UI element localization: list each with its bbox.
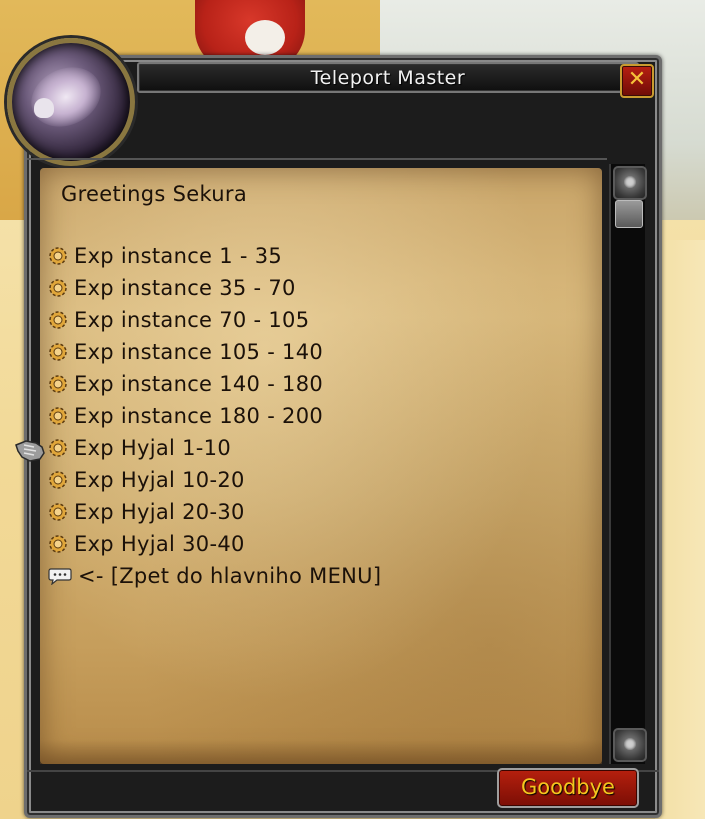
greeting-text: Greetings Sekura: [61, 182, 247, 206]
npc-portrait: [7, 38, 135, 166]
gossip-parchment: Greetings Sekura Exp instance 1 - 35 Exp…: [40, 168, 602, 764]
scroll-down-icon: [624, 738, 636, 750]
gossip-option-label: Exp instance 140 - 180: [74, 372, 324, 396]
gossip-option[interactable]: Exp instance 105 - 140: [48, 336, 381, 368]
gear-icon: [49, 311, 67, 329]
gossip-option[interactable]: Exp instance 70 - 105: [48, 304, 381, 336]
gossip-option[interactable]: Exp Hyjal 1-10: [48, 432, 381, 464]
gear-icon: [49, 279, 67, 297]
gossip-option-label: Exp Hyjal 1-10: [74, 436, 231, 460]
gossip-option-label: Exp instance 70 - 105: [74, 308, 310, 332]
title-divider: [27, 158, 607, 166]
gossip-option[interactable]: Exp Hyjal 20-30: [48, 496, 381, 528]
background-floor-edge: [655, 240, 705, 819]
close-button[interactable]: ✕: [620, 64, 654, 98]
gossip-option[interactable]: Exp instance 140 - 180: [48, 368, 381, 400]
title-bar[interactable]: Teleport Master: [137, 62, 639, 93]
vertical-scrollbar[interactable]: [609, 164, 647, 764]
close-icon: ✕: [627, 67, 647, 92]
window-title: Teleport Master: [310, 67, 466, 89]
gossip-options-list: Exp instance 1 - 35 Exp instance 35 - 70…: [48, 240, 381, 592]
portrait-swirl: [21, 56, 111, 138]
gossip-option[interactable]: Exp instance 35 - 70: [48, 272, 381, 304]
goodbye-button[interactable]: Goodbye: [497, 768, 639, 808]
hand-cursor-icon: [15, 440, 45, 462]
scroll-thumb[interactable]: [615, 200, 643, 228]
gear-icon: [49, 439, 67, 457]
gear-icon: [49, 343, 67, 361]
gear-icon: [49, 375, 67, 393]
portrait-skull: [34, 98, 54, 118]
gear-icon: [49, 503, 67, 521]
gear-icon: [49, 471, 67, 489]
gossip-option-label: Exp instance 180 - 200: [74, 404, 324, 428]
gear-icon: [49, 407, 67, 425]
gossip-option[interactable]: Exp Hyjal 30-40: [48, 528, 381, 560]
gear-icon: [49, 247, 67, 265]
background-character-detail: [245, 20, 285, 55]
gossip-option[interactable]: Exp instance 180 - 200: [48, 400, 381, 432]
scroll-up-button[interactable]: [613, 166, 647, 200]
gossip-option[interactable]: Exp Hyjal 10-20: [48, 464, 381, 496]
gossip-option-label: Exp instance 1 - 35: [74, 244, 283, 268]
gossip-option[interactable]: Exp instance 1 - 35: [48, 240, 381, 272]
gossip-window: Teleport Master ✕ Greetings Sekura Exp i…: [7, 38, 662, 818]
gossip-option-label: <- [Zpet do hlavniho MENU]: [78, 564, 382, 588]
gossip-option-label: Exp Hyjal 10-20: [74, 468, 245, 492]
gear-icon: [49, 535, 67, 553]
gossip-option-label: Exp Hyjal 30-40: [74, 532, 245, 556]
chat-bubble-icon: [48, 568, 72, 585]
scroll-down-button[interactable]: [613, 728, 647, 762]
scroll-up-icon: [624, 176, 636, 188]
gossip-option-label: Exp instance 35 - 70: [74, 276, 296, 300]
gossip-option-back[interactable]: <- [Zpet do hlavniho MENU]: [48, 560, 381, 592]
gossip-option-label: Exp Hyjal 20-30: [74, 500, 245, 524]
gossip-option-label: Exp instance 105 - 140: [74, 340, 324, 364]
